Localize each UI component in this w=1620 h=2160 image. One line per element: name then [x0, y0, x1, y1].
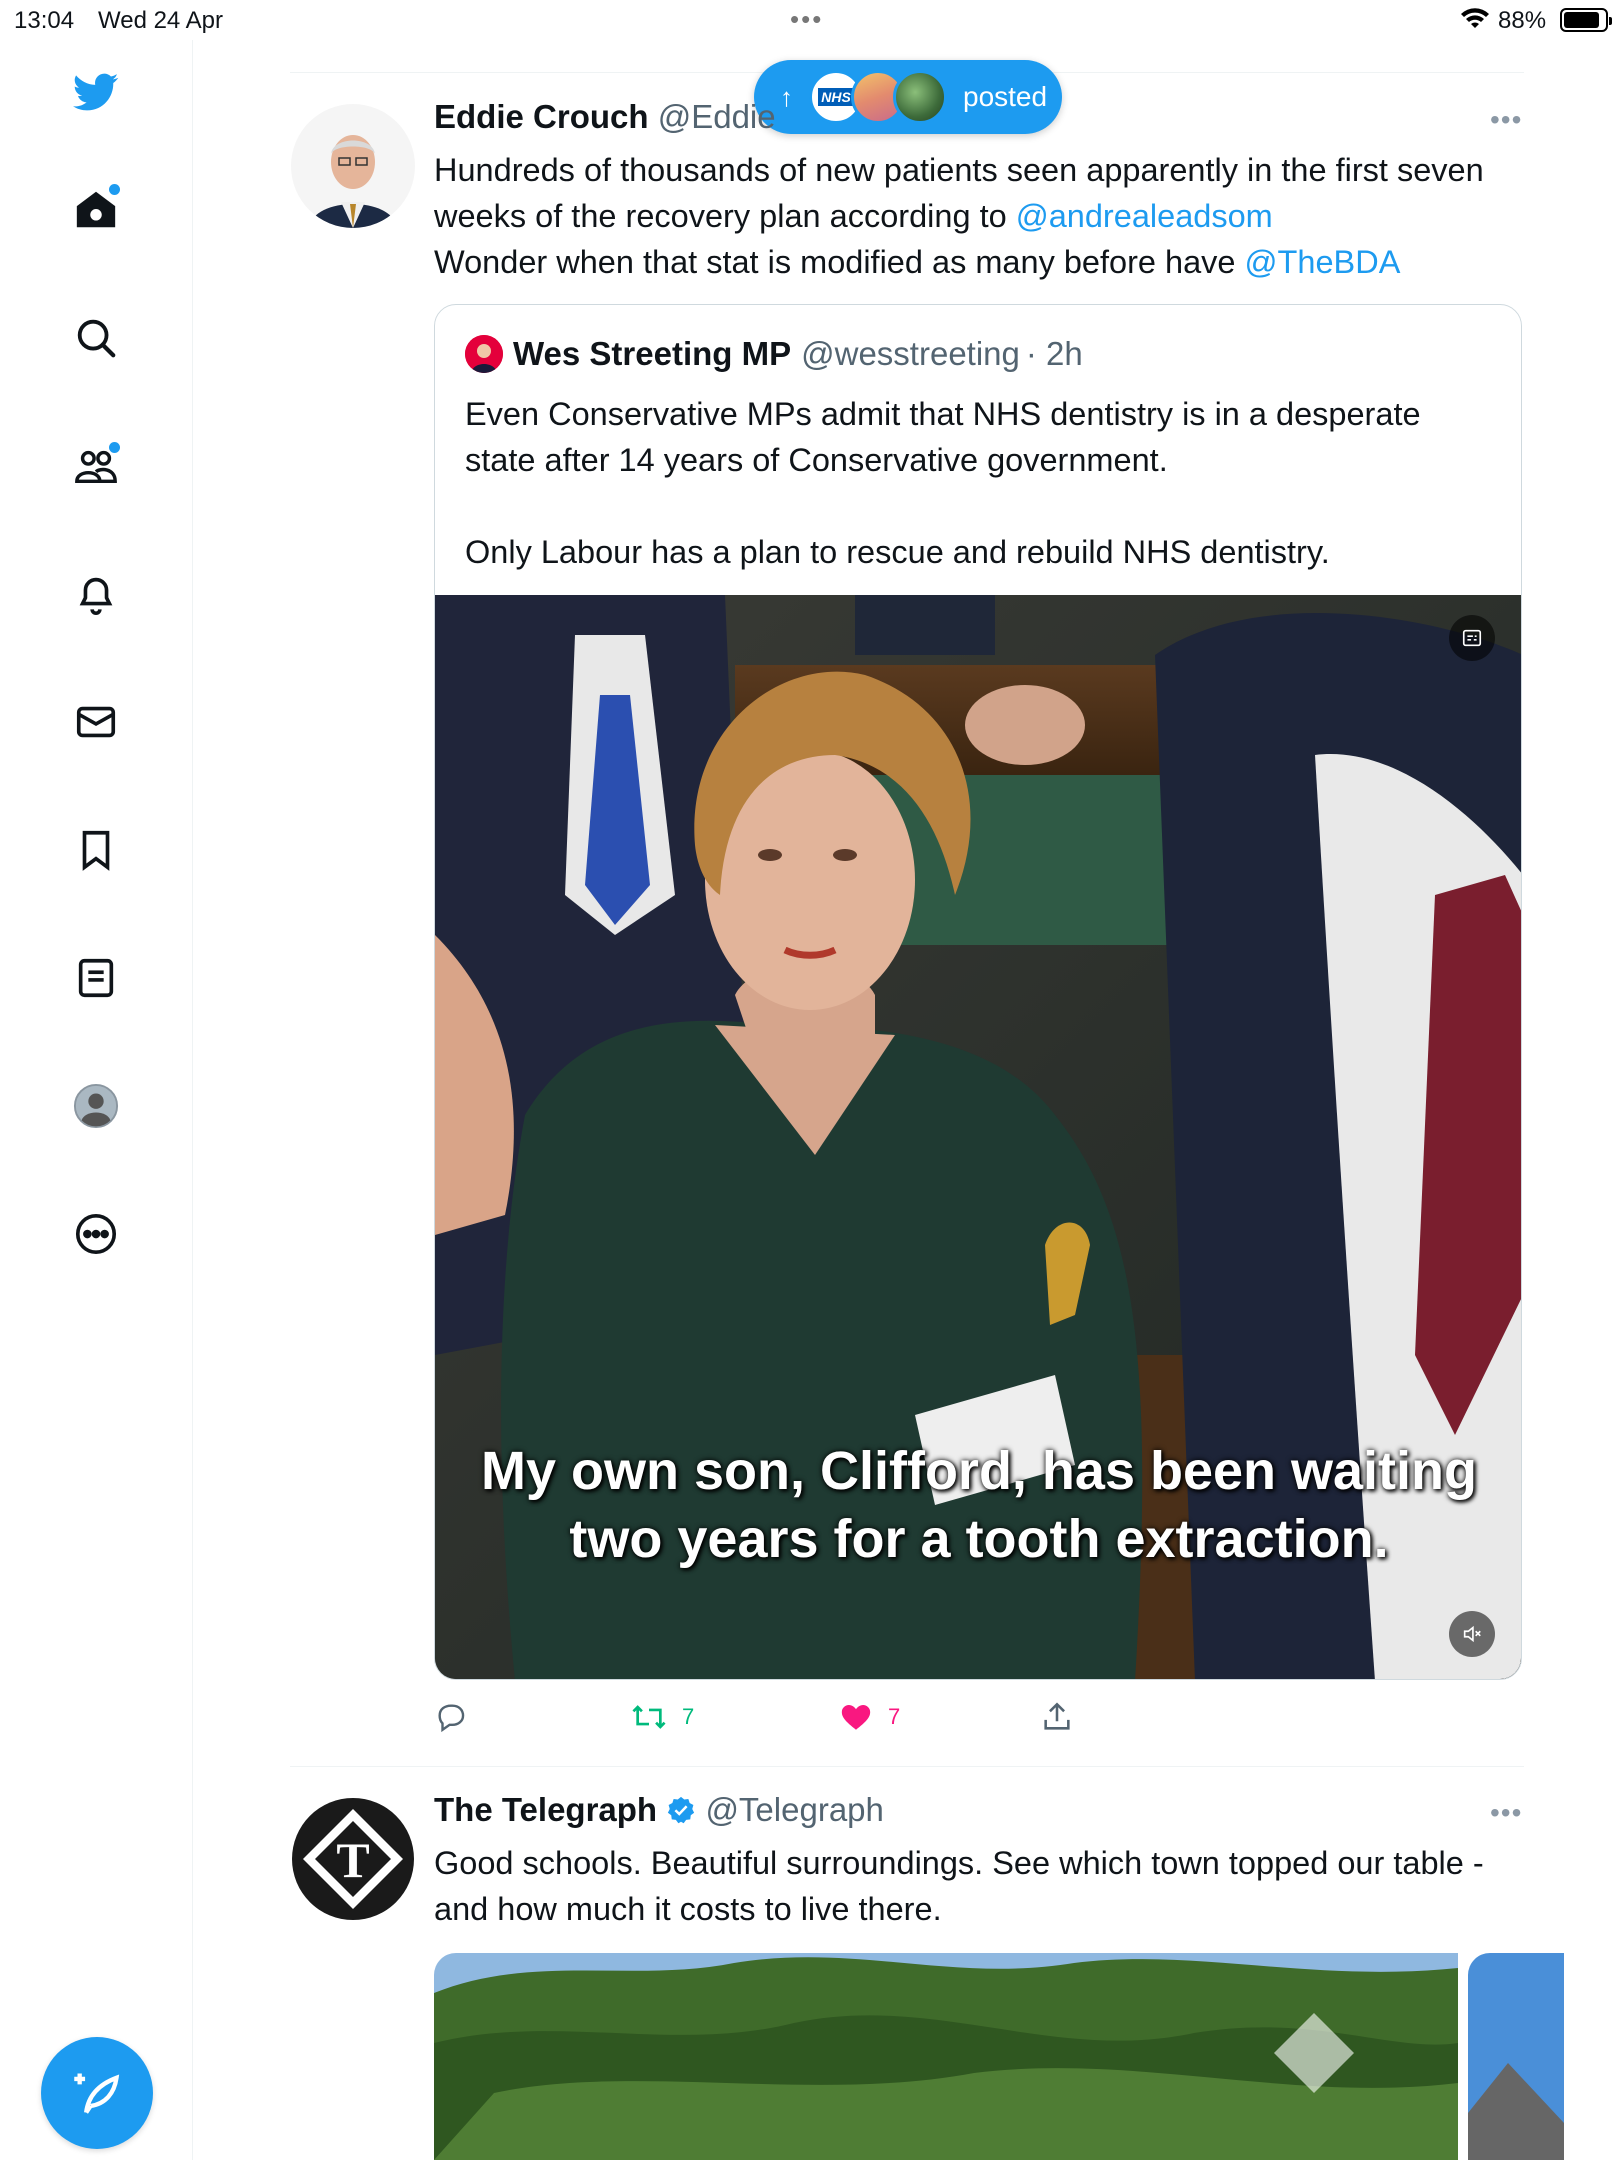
home-unread-dot — [109, 184, 120, 195]
quote-text-part-1: Even Conservative MPs admit that NHS den… — [465, 396, 1421, 478]
tweet-image[interactable] — [434, 1953, 1458, 2160]
retweet-button[interactable]: 7 — [630, 1700, 694, 1734]
tweet-author-row: The Telegraph @Telegraph — [434, 1791, 884, 1829]
tweet-text: Hundreds of thousands of new patients se… — [434, 147, 1494, 285]
messages-icon[interactable] — [66, 692, 126, 752]
tweet-text: Good schools. Beautiful surroundings. Se… — [434, 1845, 1484, 1927]
verified-badge-icon — [668, 1796, 695, 1824]
quote-author-row: Wes Streeting MP @wesstreeting · 2h — [465, 335, 1083, 373]
notifications-icon[interactable] — [66, 564, 126, 624]
retweet-count: 7 — [682, 1704, 695, 1729]
multitasking-dots-icon[interactable]: ••• — [790, 4, 823, 35]
tweet-more-button[interactable]: ••• — [1490, 1797, 1522, 1829]
compose-feather-icon — [74, 2073, 120, 2114]
quoted-tweet[interactable]: Wes Streeting MP @wesstreeting · 2h Even… — [434, 304, 1522, 1680]
quote-avatar — [465, 335, 503, 373]
author-name[interactable]: The Telegraph — [434, 1791, 657, 1828]
video-caption: My own son, Clifford, has been waiting t… — [435, 1437, 1521, 1573]
new-posts-label: posted — [963, 81, 1048, 112]
quote-author-handle: @wesstreeting — [801, 335, 1020, 372]
quote-timestamp: · 2h — [1025, 335, 1083, 372]
quote-text: Even Conservative MPs admit that NHS den… — [465, 391, 1495, 575]
share-button[interactable] — [1040, 1700, 1074, 1734]
avatar[interactable] — [291, 104, 415, 228]
author-handle[interactable]: @Telegraph — [705, 1791, 883, 1828]
reply-icon — [438, 1704, 465, 1733]
tweet-more-button[interactable]: ••• — [1490, 104, 1522, 136]
mute-icon[interactable] — [1449, 1611, 1495, 1657]
sidebar — [0, 40, 193, 2160]
battery-icon — [1560, 8, 1612, 32]
caption-line-1: My own son, Clifford, has been waiting — [480, 1441, 1478, 1501]
lists-icon[interactable] — [66, 948, 126, 1008]
pill-avatar-3 — [893, 70, 947, 124]
house-photo — [1468, 1953, 1564, 2160]
status-bar: 13:04 Wed 24 Apr ••• 88% — [0, 0, 1620, 40]
share-icon — [1044, 1702, 1070, 1730]
new-posts-pill[interactable]: ↑ NHS posted — [754, 60, 1062, 134]
communities-unread-dot — [109, 442, 120, 453]
quote-text-part-2: Only Labour has a plan to rescue and reb… — [465, 534, 1330, 570]
tweet-actions: 7 7 — [434, 1700, 1134, 1740]
reply-button[interactable] — [434, 1700, 468, 1734]
compose-tweet-button[interactable] — [41, 2037, 153, 2149]
search-icon[interactable] — [66, 308, 126, 368]
twitter-logo-icon[interactable] — [66, 62, 126, 122]
like-count: 7 — [888, 1704, 901, 1729]
quote-author-name: Wes Streeting MP — [513, 335, 792, 372]
author-name[interactable]: Eddie Crouch — [434, 98, 649, 135]
like-button[interactable]: 7 — [838, 1700, 900, 1734]
communities-icon[interactable] — [66, 436, 126, 496]
status-time: 13:04 — [14, 7, 75, 34]
alt-text-icon[interactable] — [1449, 615, 1495, 661]
mention-link[interactable]: @andrealeadsom — [1016, 198, 1273, 234]
battery-percent: 88% — [1498, 7, 1547, 34]
tree-photo — [434, 1953, 1458, 2160]
tweet-text-part-1: Hundreds of thousands of new patients se… — [434, 152, 1484, 234]
retweet-icon — [632, 1705, 666, 1729]
more-icon[interactable] — [66, 1204, 126, 1264]
author-handle[interactable]: @Eddie — [658, 98, 776, 135]
heart-icon — [841, 1704, 871, 1730]
status-date: Wed 24 Apr — [98, 7, 223, 34]
home-icon[interactable] — [66, 180, 126, 240]
nhs-logo: NHS — [818, 88, 854, 106]
tweet-author-row: Eddie Crouch @Eddie — [434, 98, 776, 136]
mention-link[interactable]: @TheBDA — [1245, 244, 1401, 280]
wifi-icon — [1461, 8, 1489, 28]
svg-text:T: T — [336, 1832, 369, 1888]
avatar[interactable]: T — [291, 1797, 415, 1921]
arrow-up-icon: ↑ — [780, 81, 793, 112]
bookmarks-icon[interactable] — [66, 820, 126, 880]
caption-line-2: two years for a tooth extraction. — [569, 1509, 1389, 1569]
tweet-image-2[interactable] — [1468, 1953, 1564, 2160]
quote-video[interactable]: My own son, Clifford, has been waiting t… — [435, 595, 1521, 1679]
tweet-divider — [290, 1766, 1524, 1767]
profile-icon[interactable] — [66, 1076, 126, 1136]
tweet-text-part-2: Wonder when that stat is modified as man… — [434, 244, 1245, 280]
